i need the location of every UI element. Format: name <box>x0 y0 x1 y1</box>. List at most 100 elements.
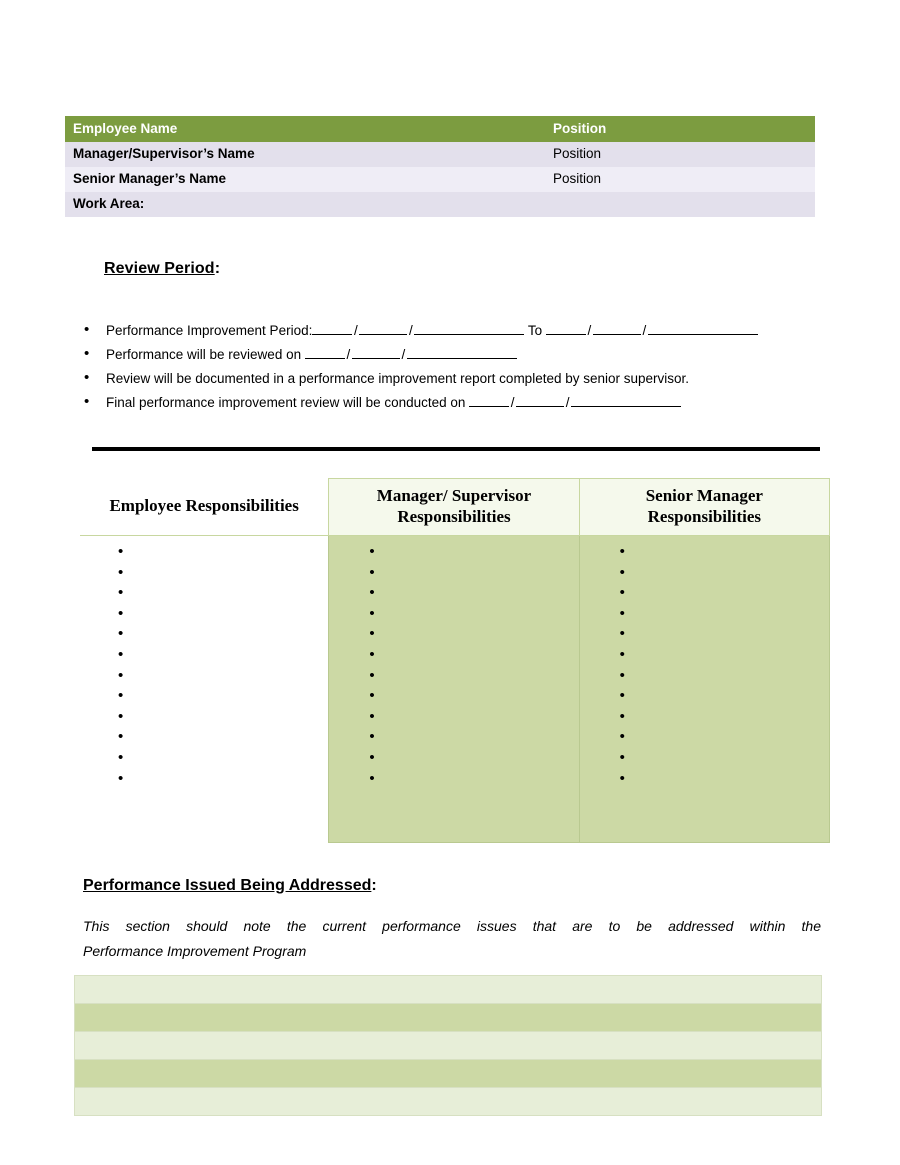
list-item[interactable] <box>580 583 829 604</box>
list-item[interactable] <box>80 727 328 748</box>
list-item[interactable] <box>329 686 578 707</box>
date-blank-year-end[interactable] <box>647 321 758 335</box>
list-item[interactable] <box>580 686 829 707</box>
date-slash: / <box>401 347 406 362</box>
list-item[interactable] <box>329 563 578 584</box>
final-review-label: Final performance improvement review wil… <box>106 395 466 410</box>
list-item[interactable] <box>580 604 829 625</box>
header-manager-responsibilities: Manager/ Supervisor Responsibilities <box>328 478 580 536</box>
review-period-bullet-list: Performance Improvement Period:// To // … <box>78 318 838 415</box>
review-date-blank-month[interactable] <box>304 345 345 359</box>
list-item[interactable] <box>80 604 328 625</box>
manager-position-value: Position <box>545 142 815 167</box>
date-blank-month-end[interactable] <box>545 321 586 335</box>
header-senior-manager-responsibilities: Senior Manager Responsibilities <box>578 478 831 536</box>
list-item[interactable] <box>580 563 829 584</box>
date-slash: / <box>408 323 413 338</box>
list-item[interactable] <box>580 624 829 645</box>
list-item[interactable] <box>80 686 328 707</box>
list-item[interactable] <box>80 583 328 604</box>
section-divider <box>92 447 820 451</box>
list-item[interactable] <box>329 666 578 687</box>
info-header-employee-name: Employee Name <box>65 116 545 142</box>
table-row <box>74 1087 822 1116</box>
list-item[interactable] <box>329 583 578 604</box>
table-row <box>74 1059 822 1088</box>
table-row <box>74 1031 822 1060</box>
manager-name-label: Manager/Supervisor’s Name <box>65 142 545 167</box>
list-item[interactable] <box>329 707 578 728</box>
list-item[interactable] <box>80 645 328 666</box>
senior-manager-position-value: Position <box>545 167 815 192</box>
review-date-blank-day[interactable] <box>351 345 400 359</box>
list-item[interactable] <box>80 666 328 687</box>
list-item[interactable] <box>580 748 829 769</box>
employee-responsibilities-cell[interactable] <box>80 535 329 843</box>
date-slash: / <box>565 395 570 410</box>
info-header-position: Position <box>545 116 815 142</box>
date-slash: / <box>510 395 515 410</box>
header-manager-line1: Manager/ Supervisor <box>376 486 532 505</box>
notes-cell[interactable] <box>74 975 822 1004</box>
performance-issues-heading-text: Performance Issued Being Addressed <box>83 877 372 894</box>
list-item[interactable] <box>80 542 328 563</box>
header-employee-responsibilities: Employee Responsibilities <box>80 478 329 536</box>
list-item[interactable] <box>329 727 578 748</box>
final-date-blank-year[interactable] <box>571 393 682 407</box>
list-item[interactable] <box>329 542 578 563</box>
list-item: Final performance improvement review wil… <box>78 390 838 415</box>
notes-cell[interactable] <box>74 1087 822 1116</box>
notes-cell[interactable] <box>74 1059 822 1088</box>
list-item[interactable] <box>329 604 578 625</box>
responsibilities-body-row <box>80 535 831 843</box>
list-item[interactable] <box>80 707 328 728</box>
list-item[interactable] <box>329 769 578 790</box>
list-item[interactable] <box>580 707 829 728</box>
final-date-blank-day[interactable] <box>516 393 565 407</box>
list-item[interactable] <box>329 748 578 769</box>
list-item[interactable] <box>80 563 328 584</box>
performance-issues-instruction: This section should note the current per… <box>83 914 821 964</box>
performance-issues-heading-colon: : <box>371 877 377 894</box>
performance-issues-heading: Performance Issued Being Addressed: <box>83 877 377 895</box>
notes-cell[interactable] <box>74 1031 822 1060</box>
list-item[interactable] <box>580 542 829 563</box>
list-item[interactable] <box>580 666 829 687</box>
final-date-blank-month[interactable] <box>469 393 510 407</box>
table-row <box>74 975 822 1004</box>
manager-bullet-list <box>329 536 578 842</box>
date-slash: / <box>642 323 647 338</box>
senior-manager-name-label: Senior Manager’s Name <box>65 167 545 192</box>
work-area-label: Work Area: <box>65 192 545 217</box>
review-period-heading-text: Review Period <box>104 260 215 277</box>
senior-manager-responsibilities-cell[interactable] <box>578 535 831 843</box>
date-slash: / <box>587 323 592 338</box>
list-item: Review will be documented in a performan… <box>78 366 838 391</box>
review-period-heading-colon: : <box>214 260 221 277</box>
list-item[interactable] <box>580 727 829 748</box>
senior-manager-bullet-list <box>580 536 829 842</box>
date-blank-day-end[interactable] <box>592 321 641 335</box>
list-item[interactable] <box>80 748 328 769</box>
notes-cell[interactable] <box>74 1003 822 1032</box>
list-item[interactable] <box>580 769 829 790</box>
list-item[interactable] <box>80 624 328 645</box>
list-item[interactable] <box>329 624 578 645</box>
list-item: Performance Improvement Period: / / To / / <box>78 318 838 343</box>
review-date-blank-year[interactable] <box>406 345 517 359</box>
employee-bullet-list <box>80 536 328 842</box>
instruction-line-1: This section should note the current per… <box>83 918 821 934</box>
manager-responsibilities-cell[interactable] <box>328 535 580 843</box>
work-area-value <box>545 192 815 217</box>
list-item[interactable] <box>329 645 578 666</box>
review-documentation-text: Review will be documented in a performan… <box>106 371 690 386</box>
employee-info-table: Employee Name Position Manager/Superviso… <box>65 116 815 217</box>
date-blank-day[interactable] <box>359 321 408 335</box>
list-item: Performance will be reviewed on / / <box>78 342 838 367</box>
date-blank-year[interactable] <box>414 321 525 335</box>
list-item[interactable] <box>580 645 829 666</box>
list-item[interactable] <box>80 769 328 790</box>
date-blank-month[interactable] <box>312 321 353 335</box>
performance-issues-notes-table <box>74 975 822 1116</box>
performance-improvement-period-label: Performance Improvement Period: <box>106 323 313 338</box>
